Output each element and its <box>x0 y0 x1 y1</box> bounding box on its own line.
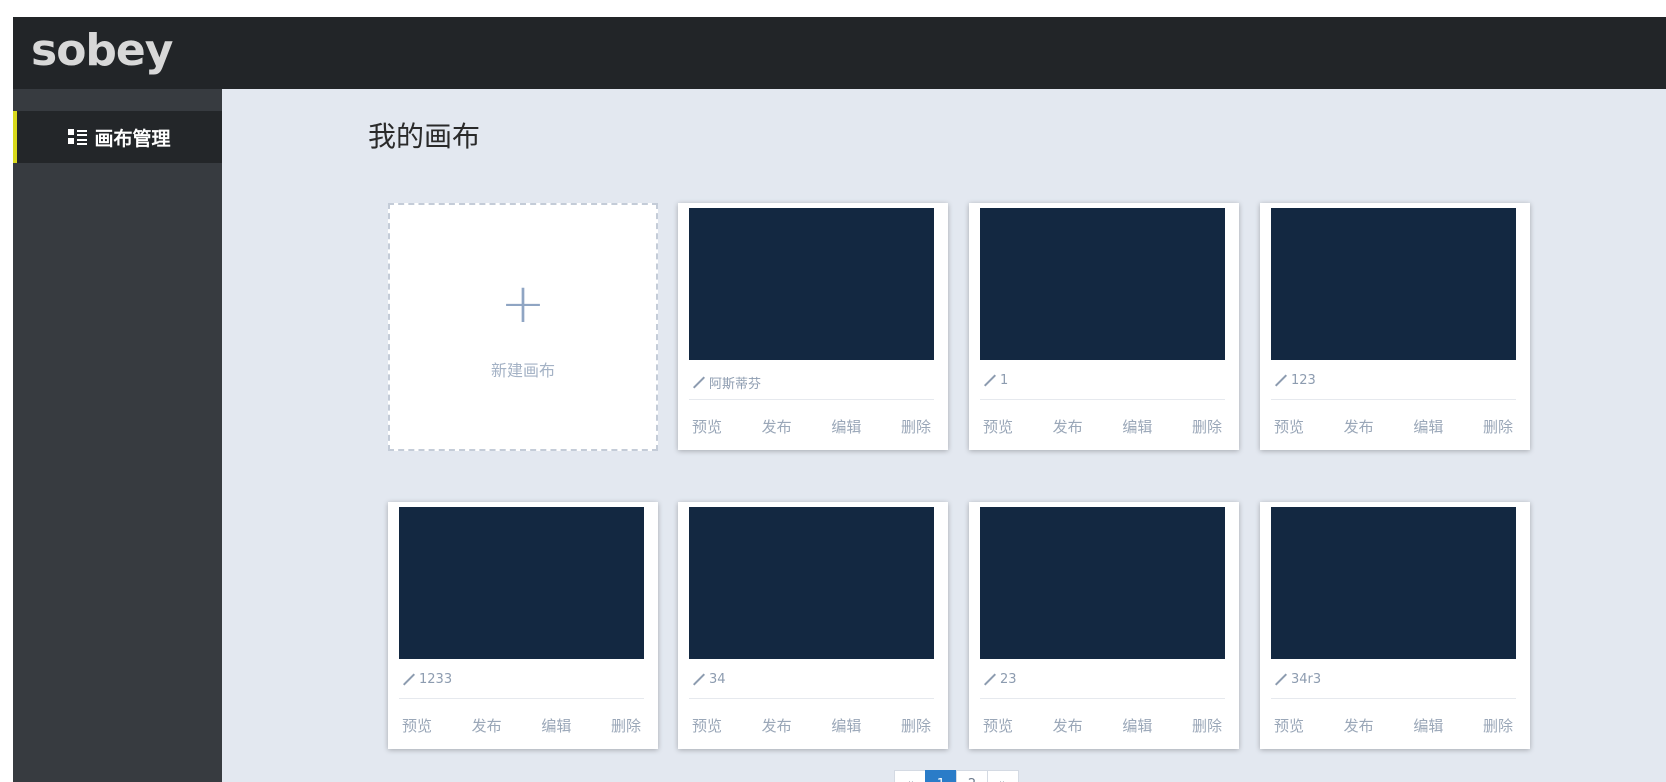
new-canvas-card[interactable]: + 新建画布 <box>388 203 658 451</box>
canvas-name[interactable]: 34 <box>692 672 726 687</box>
canvas-name-text: 34 <box>709 672 726 687</box>
brand-logo[interactable]: sobey <box>31 23 173 79</box>
edit-button[interactable]: 编辑 <box>1413 715 1443 736</box>
card-actions: 预览 发布 编辑 删除 <box>980 416 1225 437</box>
edit-button[interactable]: 编辑 <box>1122 715 1152 736</box>
canvas-card[interactable]: 34r3 预览 发布 编辑 删除 <box>1260 502 1530 749</box>
edit-button[interactable]: 编辑 <box>831 416 861 437</box>
edit-button[interactable]: 编辑 <box>831 715 861 736</box>
publish-button[interactable]: 发布 <box>762 715 792 736</box>
preview-button[interactable]: 预览 <box>983 416 1013 437</box>
preview-button[interactable]: 预览 <box>692 416 722 437</box>
card-actions: 预览 发布 编辑 删除 <box>399 715 644 736</box>
preview-button[interactable]: 预览 <box>692 715 722 736</box>
publish-button[interactable]: 发布 <box>762 416 792 437</box>
preview-button[interactable]: 预览 <box>983 715 1013 736</box>
edit-button[interactable]: 编辑 <box>541 715 571 736</box>
card-divider <box>689 399 934 400</box>
canvas-name-text: 1 <box>1000 373 1009 388</box>
card-actions: 预览 发布 编辑 删除 <box>980 715 1225 736</box>
card-actions: 预览 发布 编辑 删除 <box>689 715 934 736</box>
pencil-icon <box>692 673 706 687</box>
publish-button[interactable]: 发布 <box>1053 715 1083 736</box>
delete-button[interactable]: 删除 <box>1483 416 1513 437</box>
delete-button[interactable]: 删除 <box>901 715 931 736</box>
card-actions: 预览 发布 编辑 删除 <box>1271 416 1516 437</box>
canvas-thumbnail[interactable] <box>980 208 1225 360</box>
publish-button[interactable]: 发布 <box>1053 416 1083 437</box>
canvas-card[interactable]: 1 预览 发布 编辑 删除 <box>969 203 1239 450</box>
pagination-prev[interactable]: « <box>894 770 926 782</box>
sidebar-item-canvas-management[interactable]: 画布管理 <box>13 111 222 163</box>
plus-icon: + <box>500 272 546 335</box>
delete-button[interactable]: 删除 <box>1483 715 1513 736</box>
sidebar-item-label: 画布管理 <box>94 127 171 150</box>
sidebar: 画布管理 <box>13 89 222 782</box>
card-divider <box>980 698 1225 699</box>
delete-button[interactable]: 删除 <box>611 715 641 736</box>
pencil-icon <box>1274 673 1288 687</box>
canvas-thumbnail[interactable] <box>689 507 934 659</box>
canvas-name[interactable]: 123 <box>1274 373 1316 388</box>
delete-button[interactable]: 删除 <box>1192 715 1222 736</box>
preview-button[interactable]: 预览 <box>1274 715 1304 736</box>
canvas-name[interactable]: 1233 <box>402 672 452 687</box>
canvas-name[interactable]: 阿斯蒂芬 <box>692 373 761 392</box>
delete-button[interactable]: 删除 <box>1192 416 1222 437</box>
canvas-name[interactable]: 23 <box>983 672 1017 687</box>
canvas-thumbnail[interactable] <box>1271 208 1516 360</box>
card-actions: 预览 发布 编辑 删除 <box>689 416 934 437</box>
pagination-next[interactable]: » <box>987 770 1019 782</box>
pencil-icon <box>983 374 997 388</box>
publish-button[interactable]: 发布 <box>472 715 502 736</box>
card-divider <box>980 399 1225 400</box>
pencil-icon <box>692 376 706 390</box>
pagination-page-1[interactable]: 1 <box>925 770 957 782</box>
edit-button[interactable]: 编辑 <box>1413 416 1443 437</box>
canvas-card[interactable]: 阿斯蒂芬预览 发布 编辑 删除 <box>678 203 948 450</box>
list-icon <box>68 128 90 146</box>
new-canvas-label: 新建画布 <box>490 361 555 380</box>
card-divider <box>1271 399 1516 400</box>
canvas-name-text: 阿斯蒂芬 <box>709 377 762 392</box>
canvas-card[interactable]: 23 预览 发布 编辑 删除 <box>969 502 1239 749</box>
edit-button[interactable]: 编辑 <box>1122 416 1152 437</box>
page-title: 我的画布 <box>368 120 481 153</box>
app-window: sobey 画布管理 我的画布 + 新建画布 阿斯蒂芬 预览 发布 编辑 删除 1 预览 发布… <box>13 17 1666 782</box>
canvas-name[interactable]: 34r3 <box>1274 672 1321 687</box>
pagination-page-2[interactable]: 2 <box>956 770 988 782</box>
main-content: 我的画布 + 新建画布 阿斯蒂芬 预览 发布 编辑 删除 1 预览 发布 编辑 删除 123 预览 发布… <box>222 89 1666 782</box>
canvas-name-text: 23 <box>1000 672 1017 687</box>
canvas-name[interactable]: 1 <box>983 373 1008 388</box>
card-actions: 预览 发布 编辑 删除 <box>1271 715 1516 736</box>
preview-button[interactable]: 预览 <box>1274 416 1304 437</box>
canvas-card[interactable]: 34 预览 发布 编辑 删除 <box>678 502 948 749</box>
canvas-card[interactable]: 1233 预览 发布 编辑 删除 <box>388 502 658 749</box>
canvas-name-text: 1233 <box>419 672 453 687</box>
canvas-thumbnail[interactable] <box>980 507 1225 659</box>
pencil-icon <box>1274 374 1288 388</box>
preview-button[interactable]: 预览 <box>402 715 432 736</box>
top-bar: sobey <box>13 17 1666 89</box>
publish-button[interactable]: 发布 <box>1344 416 1374 437</box>
publish-button[interactable]: 发布 <box>1344 715 1374 736</box>
canvas-thumbnail[interactable] <box>399 507 644 659</box>
canvas-card[interactable]: 123 预览 发布 编辑 删除 <box>1260 203 1530 450</box>
card-divider <box>689 698 934 699</box>
card-divider <box>399 698 644 699</box>
pagination: « 1 2 » <box>894 770 1019 782</box>
pencil-icon <box>402 673 416 687</box>
card-divider <box>1271 698 1516 699</box>
canvas-name-text: 34r3 <box>1291 672 1322 687</box>
pencil-icon <box>983 673 997 687</box>
canvas-thumbnail[interactable] <box>689 208 934 360</box>
canvas-name-text: 123 <box>1291 373 1316 388</box>
canvas-thumbnail[interactable] <box>1271 507 1516 659</box>
delete-button[interactable]: 删除 <box>901 416 931 437</box>
